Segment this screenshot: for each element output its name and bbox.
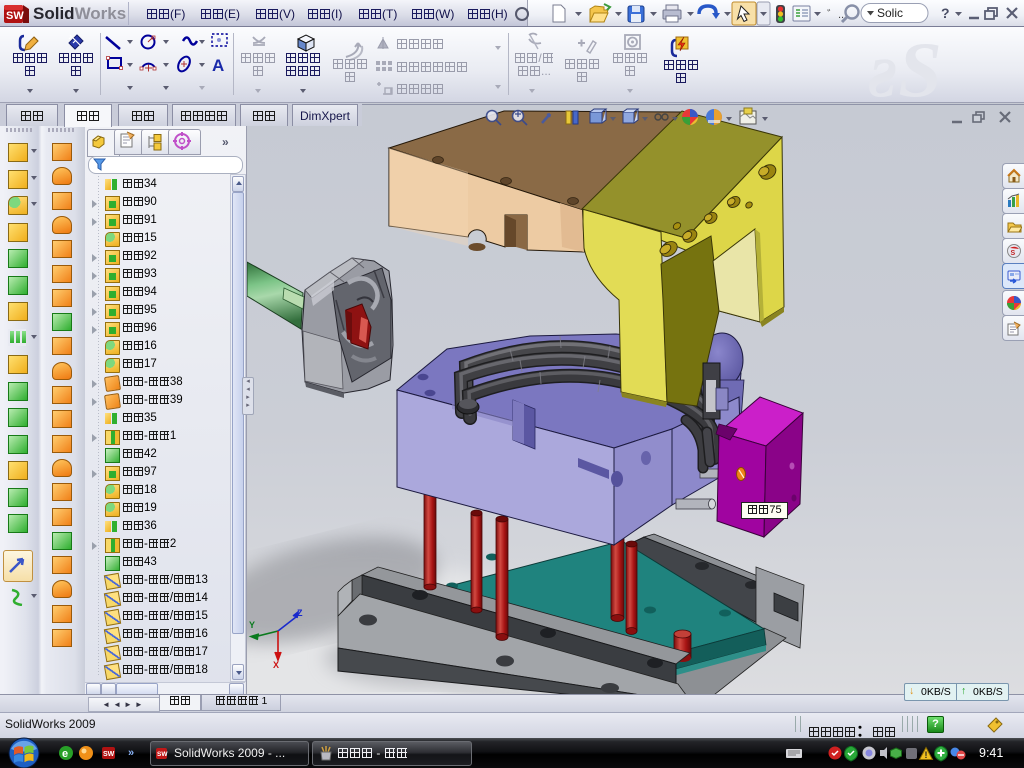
svg-text:X: X [273, 660, 279, 670]
svg-text:e: e [62, 748, 68, 760]
svg-text:A: A [212, 56, 224, 75]
svg-text:Solic: Solic [877, 6, 903, 20]
svg-text:Y: Y [249, 620, 255, 630]
svg-text:S: S [1011, 250, 1016, 257]
svg-text:»: » [128, 747, 134, 759]
svg-text:?: ? [941, 5, 950, 21]
svg-text:Z: Z [297, 608, 303, 618]
svg-text:゛..: ゛.. [827, 8, 844, 21]
svg-text:SW: SW [103, 751, 115, 758]
svg-text:!: ! [925, 750, 928, 760]
svg-text:SW: SW [6, 10, 24, 22]
svg-text:SW: SW [157, 751, 168, 758]
